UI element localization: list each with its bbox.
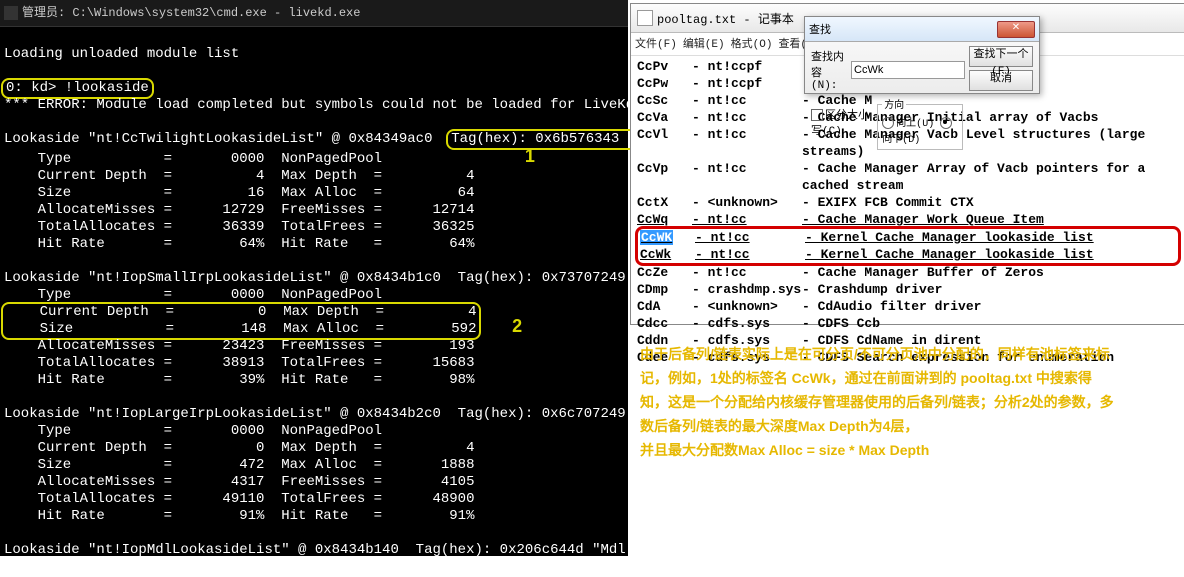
- lookaside-header-3: Lookaside "nt!IopLargeIrpLookasideList" …: [4, 406, 685, 422]
- params-box-2: Current Depth = 0 Max Depth = 4 Size = 1…: [1, 302, 481, 340]
- find-title-text: 查找: [809, 21, 831, 37]
- l1-totals: TotalAllocates = 36339 TotalFrees = 3632…: [4, 219, 474, 235]
- direction-label: 方向: [882, 96, 906, 112]
- cmd-titlebar[interactable]: 管理员: C:\Windows\system32\cmd.exe - livek…: [0, 0, 628, 27]
- find-label: 查找内容(N):: [811, 48, 848, 92]
- kd-prompt: 0: kd> !lookaside: [1, 78, 154, 99]
- down-label: 向下(D): [882, 135, 920, 146]
- close-button[interactable]: ✕: [997, 21, 1035, 38]
- highlight-box: CcWK- nt!cc- Kernel Cache Manager lookas…: [635, 226, 1181, 266]
- find-dialog: 查找 ✕ 查找内容(N): 区分大小写(C) 方向 向上(U) 向下(D) 查找…: [804, 16, 1040, 94]
- l1-curdepth: Current Depth = 4 Max Depth = 4: [4, 168, 474, 184]
- list-item: CcWk- nt!cc- Kernel Cache Manager lookas…: [640, 246, 1176, 263]
- lookaside-header-1: Lookaside "nt!CcTwilightLookasideList" @…: [4, 131, 680, 147]
- cmd-icon: [4, 6, 18, 20]
- l2-hit: Hit Rate = 39% Hit Rate = 98%: [4, 372, 474, 388]
- label-2: 2: [512, 316, 522, 336]
- l3-curdepth: Current Depth = 0 Max Depth = 4: [4, 440, 474, 456]
- list-item: CctX- <unknown>- EXIFX FCB Commit CTX: [637, 194, 1179, 211]
- list-item: CcWq- nt!cc- Cache Manager Work Queue It…: [637, 211, 1179, 228]
- l3-totals: TotalAllocates = 49110 TotalFrees = 4890…: [4, 491, 474, 507]
- l1-size: Size = 16 Max Alloc = 64: [4, 185, 474, 201]
- find-next-button[interactable]: 查找下一个(F): [969, 46, 1033, 67]
- radio-up[interactable]: [882, 117, 894, 129]
- notepad-title-text: pooltag.txt - 记事本: [657, 10, 794, 27]
- commentary: 由于后备列/链表实际上是在可分页/不可分页池中分配的，同样有池标签来标 记，例如…: [640, 342, 1178, 462]
- error-line: *** ERROR: Module load completed but sym…: [4, 97, 676, 113]
- l2-totals: TotalAllocates = 38913 TotalFrees = 1568…: [4, 355, 474, 371]
- menu-file[interactable]: 文件(F): [635, 35, 677, 53]
- l2-allocmiss: AllocateMisses = 23423 FreeMisses = 193: [4, 338, 474, 354]
- cmd-window: 管理员: C:\Windows\system32\cmd.exe - livek…: [0, 0, 628, 556]
- label-1: 1: [525, 146, 535, 166]
- direction-group: 方向 向上(U) 向下(D): [877, 96, 963, 150]
- lookaside-header-2: Lookaside "nt!IopSmallIrpLookasideList" …: [4, 270, 685, 286]
- find-titlebar[interactable]: 查找 ✕: [805, 17, 1039, 42]
- list-item: Cdcc- cdfs.sys- CDFS Ccb: [637, 315, 1179, 332]
- list-item: CcVp- nt!cc- Cache Manager Array of Vacb…: [637, 160, 1179, 194]
- case-checkbox[interactable]: [811, 109, 823, 121]
- list-item: CcZe- nt!cc- Cache Manager Buffer of Zer…: [637, 264, 1179, 281]
- commentary-line: 知，这是一个分配给内核缓存管理器使用的后备列/链表；分析2处的参数，多: [640, 390, 1178, 414]
- list-item: CDmp- crashdmp.sys- Crashdump driver: [637, 281, 1179, 298]
- l3-type: Type = 0000 NonPagedPool: [4, 423, 382, 439]
- commentary-line: 并且最大分配数Max Alloc = size * Max Depth: [640, 438, 1178, 462]
- commentary-line: 由于后备列/链表实际上是在可分页/不可分页池中分配的，同样有池标签来标: [640, 342, 1178, 366]
- l1-hit: Hit Rate = 64% Hit Rate = 64%: [4, 236, 474, 252]
- l4-type: Type = 0000 NonPagedPool: [4, 559, 382, 575]
- cmd-title-text: 管理员: C:\Windows\system32\cmd.exe - livek…: [22, 5, 360, 22]
- list-item: CdA- <unknown>- CdAudio filter driver: [637, 298, 1179, 315]
- commentary-line: 数后备列/链表的最大深度Max Depth为4层，: [640, 414, 1178, 438]
- l3-size: Size = 472 Max Alloc = 1888: [4, 457, 474, 473]
- l1-type: Type = 0000 NonPagedPool: [4, 151, 382, 167]
- find-input[interactable]: [851, 61, 965, 79]
- list-item: CcWK- nt!cc- Kernel Cache Manager lookas…: [640, 229, 1176, 246]
- cmd-body[interactable]: Loading unloaded module list 0: kd> !loo…: [0, 27, 628, 577]
- commentary-line: 记，例如，1处的标签名 CcWk，通过在前面讲到的 pooltag.txt 中搜…: [640, 366, 1178, 390]
- l1-allocmiss: AllocateMisses = 12729 FreeMisses = 1271…: [4, 202, 474, 218]
- l2-type: Type = 0000 NonPagedPool: [4, 287, 382, 303]
- l3-hit: Hit Rate = 91% Hit Rate = 91%: [4, 508, 474, 524]
- notepad-icon: [637, 10, 653, 26]
- cancel-button[interactable]: 取消: [969, 70, 1033, 91]
- menu-edit[interactable]: 编辑(E): [683, 35, 725, 53]
- up-label: 向上(U): [896, 119, 934, 130]
- l3-allocmiss: AllocateMisses = 4317 FreeMisses = 4105: [4, 474, 474, 490]
- loading-line: Loading unloaded module list: [4, 46, 239, 62]
- menu-format[interactable]: 格式(O): [731, 35, 773, 53]
- radio-down[interactable]: [940, 117, 952, 129]
